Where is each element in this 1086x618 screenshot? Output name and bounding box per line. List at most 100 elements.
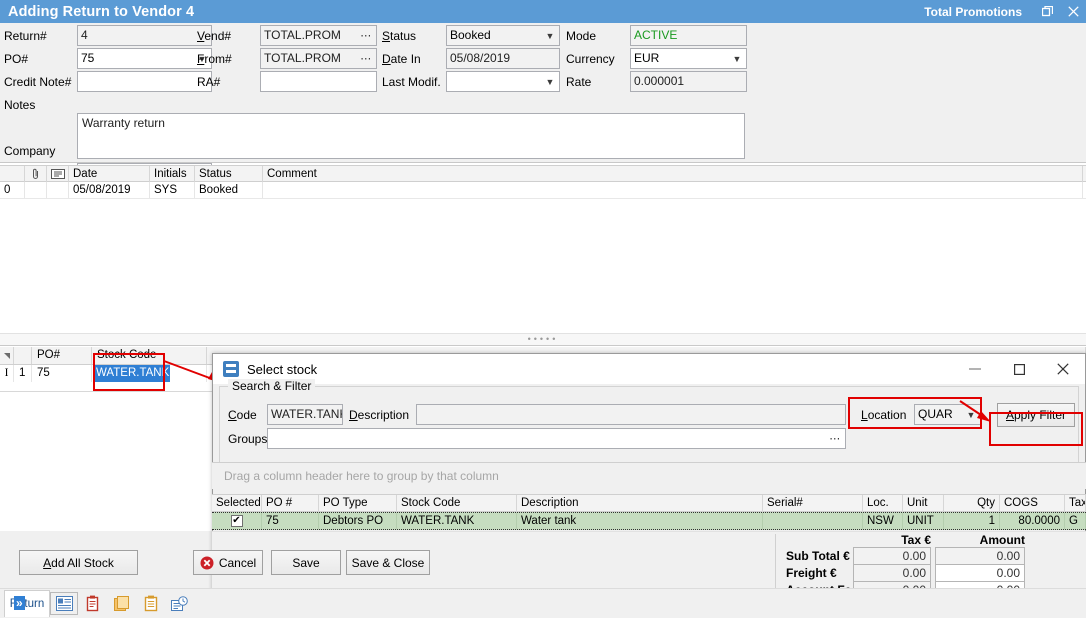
results-col-description[interactable]: Description	[517, 495, 763, 512]
row-checkbox[interactable]: ✔	[231, 515, 243, 527]
tab-return[interactable]: Return	[4, 590, 50, 617]
minimize-icon[interactable]	[953, 354, 997, 384]
save-button[interactable]: Save	[271, 550, 341, 575]
history-col-initials[interactable]: Initials	[150, 166, 195, 182]
history-col-status[interactable]: Status	[195, 166, 263, 182]
results-col-loc[interactable]: Loc.	[863, 495, 903, 512]
chevron-down-icon[interactable]: ▼	[728, 49, 746, 68]
history-col-comment[interactable]: Comment	[263, 166, 1083, 182]
lines-cell-stock-code[interactable]: WATER.TANK	[92, 365, 207, 382]
date-in-label: Date In	[382, 52, 421, 66]
lines-cell-rownum: 1	[14, 365, 32, 382]
group-by-dropzone[interactable]: Drag a column header here to group by th…	[212, 462, 1086, 489]
history-icon[interactable]	[166, 592, 194, 615]
results-col-serial[interactable]: Serial#	[763, 495, 863, 512]
totals-header-amount: Amount	[935, 533, 1025, 547]
grid-menu-icon[interactable]	[0, 347, 14, 364]
group-by-hint: Drag a column header here to group by th…	[224, 469, 499, 483]
ellipsis-icon[interactable]: ⋯	[827, 429, 843, 448]
results-cell-description: Water tank	[517, 513, 763, 529]
lines-col-rownum[interactable]	[14, 347, 32, 364]
cancel-label: Cancel	[219, 556, 256, 570]
status-value: Booked	[447, 26, 541, 45]
freight-amount-input[interactable]: 0.00	[935, 564, 1025, 582]
clipboard-yellow-icon[interactable]	[137, 592, 165, 615]
date-in-field[interactable]: 05/08/2019	[446, 48, 560, 69]
clipboard-red-icon[interactable]	[79, 592, 107, 615]
po-number-value: 75	[78, 49, 193, 68]
description-input[interactable]	[416, 404, 846, 425]
lines-col-po[interactable]: PO#	[32, 347, 92, 364]
history-cell-rownum: 0	[0, 182, 25, 198]
results-col-qty[interactable]: Qty	[944, 495, 1000, 512]
subtotal-amount-value: 0.00	[935, 547, 1025, 565]
from-number-field[interactable]: TOTAL.PROM ⋯	[260, 48, 377, 69]
vendor-number-field[interactable]: TOTAL.PROM ⋯	[260, 25, 377, 46]
attachment-icon[interactable]	[25, 166, 47, 182]
copy-folder-icon[interactable]	[108, 592, 136, 615]
results-col-stock-code[interactable]: Stock Code	[397, 495, 517, 512]
groups-input[interactable]: ⋯	[267, 428, 846, 449]
results-col-tax[interactable]: Tax	[1065, 495, 1086, 512]
results-col-cogs[interactable]: COGS	[1000, 495, 1065, 512]
currency-combo[interactable]: EUR ▼	[630, 48, 747, 69]
horizontal-splitter[interactable]: •••••	[0, 333, 1086, 346]
last-modif-combo[interactable]: ▼	[446, 71, 560, 92]
results-cell-qty: 1	[944, 513, 1000, 529]
location-combo[interactable]: QUAR ▼	[914, 404, 981, 425]
subtotal-tax-value: 0.00	[853, 547, 931, 565]
freight-label: Freight €	[786, 566, 837, 580]
details-icon[interactable]	[50, 592, 78, 615]
po-number-combo[interactable]: 75 ▼	[77, 48, 212, 69]
from-number-label: From#	[197, 52, 232, 66]
results-cell-unit: UNIT	[903, 513, 944, 529]
titlebar-right-group: Total Promotions	[924, 0, 1086, 23]
maximize-icon[interactable]	[997, 354, 1041, 384]
ellipsis-icon[interactable]: ⋯	[358, 26, 374, 45]
location-label: Location	[861, 408, 906, 422]
close-icon[interactable]	[1060, 0, 1086, 23]
credit-note-number-field[interactable]	[77, 71, 212, 92]
code-input[interactable]: WATER.TANK	[267, 404, 343, 425]
cancel-error-icon	[200, 556, 214, 570]
results-cell-loc: NSW	[863, 513, 903, 529]
history-cell-note	[47, 182, 69, 198]
search-filter-title: Search & Filter	[228, 379, 315, 393]
chevron-down-icon[interactable]: ▼	[541, 72, 559, 91]
window-title: Adding Return to Vendor 4	[8, 4, 194, 20]
results-col-unit[interactable]: Unit	[903, 495, 944, 512]
return-number-field[interactable]: 4	[77, 25, 212, 46]
po-number-label: PO#	[4, 52, 28, 66]
results-cell-selected[interactable]: ✔	[212, 513, 262, 529]
lines-col-stock-code[interactable]: Stock Code	[92, 347, 207, 364]
chevron-down-icon[interactable]: ▼	[962, 405, 980, 424]
rate-field[interactable]: 0.000001	[630, 71, 747, 92]
history-cell-status: Booked	[195, 182, 263, 198]
overflow-indicator[interactable]: »	[14, 596, 25, 610]
vendor-number-value: TOTAL.PROM	[264, 26, 341, 45]
table-row[interactable]: 0 05/08/2019 SYS Booked	[0, 182, 1086, 198]
ra-number-field[interactable]	[260, 71, 377, 92]
save-and-close-button[interactable]: Save & Close	[346, 550, 430, 575]
main-titlebar: Adding Return to Vendor 4 Total Promotio…	[0, 0, 1086, 23]
ellipsis-icon[interactable]: ⋯	[358, 49, 374, 68]
rate-label: Rate	[566, 75, 591, 89]
add-all-stock-button[interactable]: Add All Stock	[19, 550, 138, 575]
notes-textarea[interactable]: Warranty return	[77, 113, 745, 159]
table-row[interactable]: ✔ 75 Debtors PO WATER.TANK Water tank NS…	[212, 512, 1086, 530]
subtotal-label: Sub Total €	[786, 549, 850, 563]
ra-number-label: RA#	[197, 75, 220, 89]
apply-filter-button[interactable]: Apply Filter	[997, 403, 1075, 427]
results-col-po[interactable]: PO #	[262, 495, 319, 512]
results-col-selected[interactable]: Selected	[212, 495, 262, 512]
chevron-down-icon[interactable]: ▼	[541, 26, 559, 45]
cancel-button[interactable]: Cancel	[193, 550, 263, 575]
restore-icon[interactable]	[1034, 0, 1060, 23]
note-icon[interactable]	[47, 166, 69, 182]
history-col-date[interactable]: Date	[69, 166, 150, 182]
results-col-po-type[interactable]: PO Type	[319, 495, 397, 512]
stock-window-icon	[223, 361, 239, 377]
history-col-rownum[interactable]	[0, 166, 25, 182]
close-icon[interactable]	[1041, 354, 1085, 384]
status-combo[interactable]: Booked ▼	[446, 25, 560, 46]
